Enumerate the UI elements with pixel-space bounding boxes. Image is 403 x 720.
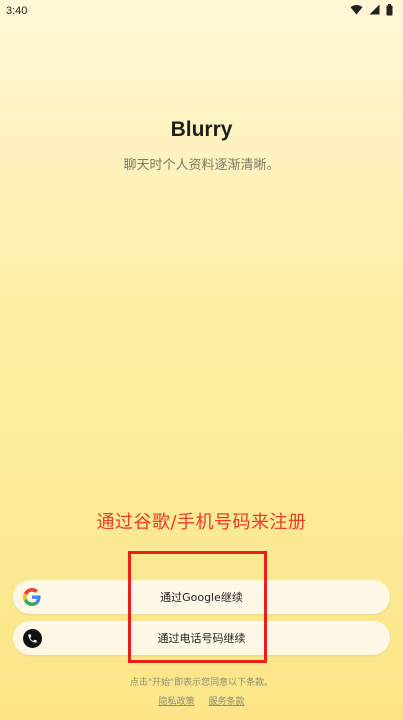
- app-title: Blurry: [170, 118, 233, 141]
- privacy-policy-link[interactable]: 隐私政策: [158, 694, 194, 707]
- footer-links: 隐私政策 服务条款: [0, 694, 403, 707]
- google-continue-button[interactable]: 通过Google继续: [13, 580, 390, 614]
- signal-icon: [369, 4, 380, 18]
- google-icon: [22, 587, 42, 607]
- status-time: 3:40: [6, 5, 28, 17]
- terms-of-service-link[interactable]: 服务条款: [209, 694, 245, 707]
- battery-icon: [386, 3, 393, 19]
- status-bar: 3:40: [0, 0, 403, 22]
- phone-icon: [22, 628, 42, 648]
- terms-notice: 点击"开始"即表示您同意以下条款。: [129, 678, 274, 688]
- google-continue-label: 通过Google继续: [160, 591, 243, 604]
- status-icons: [350, 3, 393, 19]
- annotation-label: 通过谷歌/手机号码来注册: [96, 512, 307, 533]
- phone-continue-button[interactable]: 通过电话号码继续: [13, 621, 390, 655]
- phone-continue-label: 通过电话号码继续: [157, 632, 246, 645]
- wifi-icon: [350, 4, 363, 18]
- app-subtitle: 聊天时个人资料逐渐清晰。: [123, 158, 280, 173]
